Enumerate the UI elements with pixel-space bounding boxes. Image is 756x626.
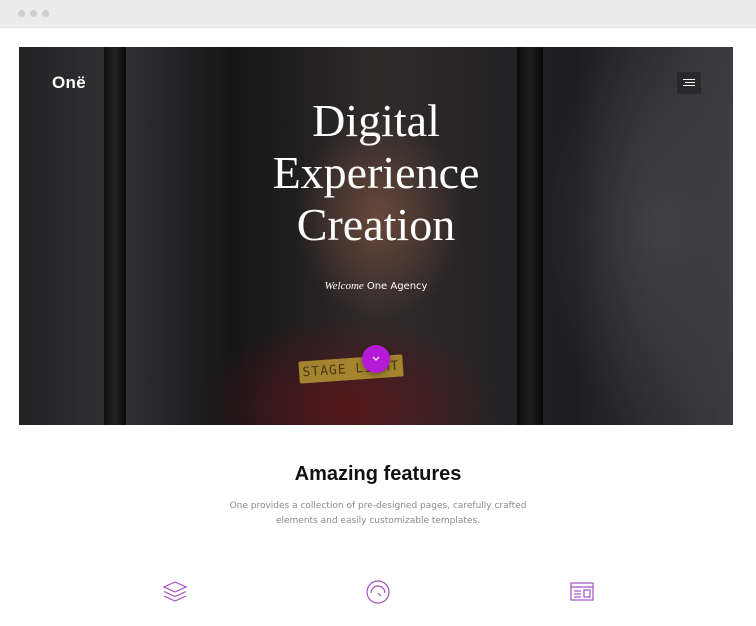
features-title: Amazing features [294, 463, 462, 485]
hero-subtitle-text: One Agency [366, 281, 428, 292]
hero-title-line-2: Experience [272, 147, 480, 198]
window-minimize-dot[interactable] [30, 10, 37, 17]
menu-line [683, 85, 695, 86]
hero-section: STAGE LIGHT Onë Digital Experience Creat… [19, 47, 733, 425]
menu-line [683, 79, 695, 80]
hero-title: Digital Experience Creation [19, 95, 733, 251]
browser-chrome [0, 0, 756, 28]
scroll-down-button[interactable] [362, 345, 390, 373]
window-maximize-dot[interactable] [42, 10, 49, 17]
chevron-down-icon [372, 356, 380, 361]
menu-line [685, 82, 695, 83]
hero-subtitle-italic: Welcome [324, 280, 364, 292]
site-logo[interactable]: Onë [52, 73, 86, 93]
window-close-dot[interactable] [18, 10, 25, 17]
hero-title-line-1: Digital [312, 95, 440, 146]
hero-subtitle: Welcome One Agency [19, 280, 733, 292]
speedometer-icon [364, 578, 392, 606]
hero-title-line-3: Creation [296, 199, 456, 250]
features-description: One provides a collection of pre-designe… [229, 501, 527, 526]
layers-icon [161, 578, 189, 606]
browser-window-icon [568, 578, 596, 606]
hamburger-menu-button[interactable] [677, 72, 701, 94]
